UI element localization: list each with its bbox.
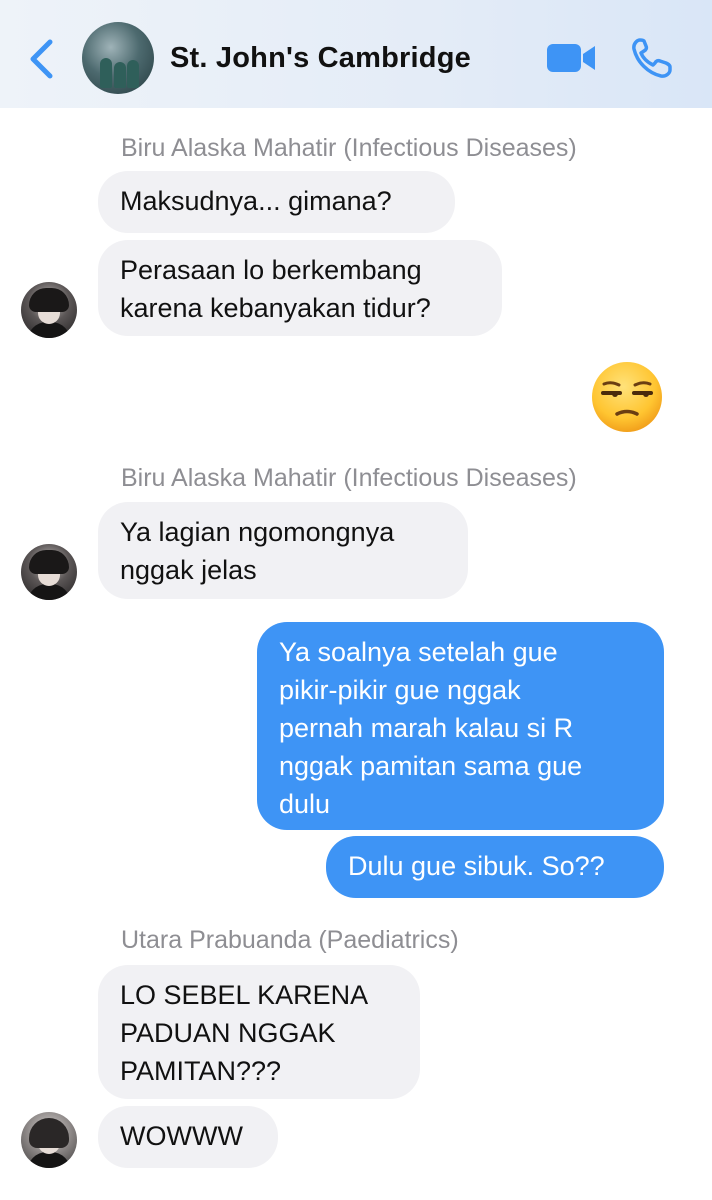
message-text: Dulu gue sibuk. So?? <box>348 851 605 881</box>
sender-avatar[interactable] <box>21 544 77 600</box>
message-text-line: PADUAN NGGAK <box>120 1018 336 1048</box>
incoming-message[interactable]: WOWWW <box>98 1106 278 1168</box>
incoming-message[interactable]: LO SEBEL KARENA PADUAN NGGAK PAMITAN??? <box>98 965 420 1099</box>
video-call-icon[interactable] <box>545 40 597 76</box>
back-icon[interactable] <box>26 38 56 80</box>
message-text-line: PAMITAN??? <box>120 1056 282 1086</box>
outgoing-message[interactable]: Ya soalnya setelah gue pikir-pikir gue n… <box>257 622 664 830</box>
sender-name: Biru Alaska Mahatir (Infectious Diseases… <box>121 134 577 162</box>
message-text: WOWWW <box>120 1121 243 1151</box>
sender-name: Biru Alaska Mahatir (Infectious Diseases… <box>121 464 577 492</box>
message-text-line: pikir-pikir gue nggak <box>279 675 521 705</box>
chat-header: St. John's Cambridge <box>0 0 712 108</box>
message-text-line: karena kebanyakan tidur? <box>120 293 431 323</box>
phone-call-icon[interactable] <box>630 36 678 80</box>
incoming-message[interactable]: Perasaan lo berkembang karena kebanyakan… <box>98 240 502 336</box>
incoming-message[interactable]: Ya lagian ngomongnya nggak jelas <box>98 502 468 599</box>
group-avatar[interactable] <box>82 22 154 94</box>
chat-title[interactable]: St. John's Cambridge <box>170 42 471 75</box>
message-text-line: nggak jelas <box>120 555 257 585</box>
outgoing-message[interactable]: Dulu gue sibuk. So?? <box>326 836 664 898</box>
message-text-line: LO SEBEL KARENA <box>120 980 369 1010</box>
sender-name: Utara Prabuanda (Paediatrics) <box>121 926 459 954</box>
unamused-face-emoji[interactable] <box>590 360 664 434</box>
incoming-message[interactable]: Maksudnya... gimana? <box>98 171 455 233</box>
message-text-line: Ya soalnya setelah gue <box>279 637 558 667</box>
sender-avatar[interactable] <box>21 282 77 338</box>
message-text: Maksudnya... gimana? <box>120 186 392 216</box>
sender-avatar[interactable] <box>21 1112 77 1168</box>
message-text-line: dulu <box>279 789 331 819</box>
message-text-line: pernah marah kalau si R <box>279 713 574 743</box>
message-text-line: nggak pamitan sama gue <box>279 751 583 781</box>
message-text-line: Perasaan lo berkembang <box>120 255 422 285</box>
message-text-line: Ya lagian ngomongnya <box>120 517 395 547</box>
